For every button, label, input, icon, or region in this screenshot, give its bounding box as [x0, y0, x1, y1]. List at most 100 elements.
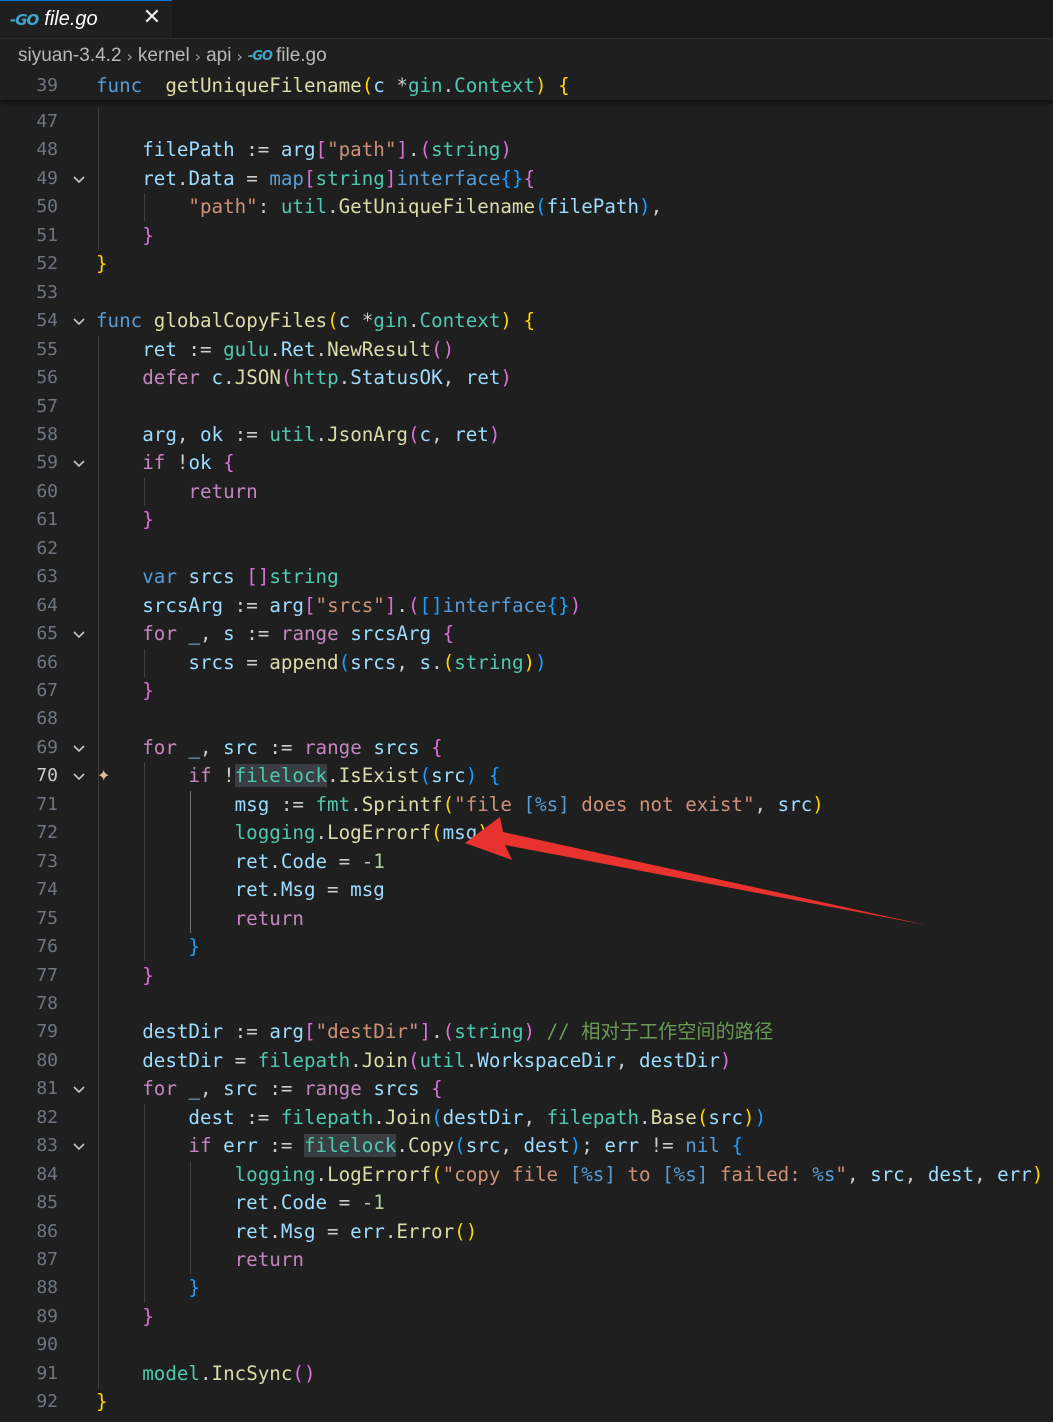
code-line[interactable]: 74 ret.Msg = msg — [0, 876, 1053, 904]
code-line[interactable]: 78 — [0, 990, 1053, 1018]
code-line[interactable]: 88 } — [0, 1274, 1053, 1302]
code-line[interactable]: 62 — [0, 535, 1053, 563]
code-line[interactable]: 58 arg, ok := util.JsonArg(c, ret) — [0, 421, 1053, 449]
fold-chevron-icon[interactable] — [68, 307, 90, 335]
code-line[interactable]: 77 } — [0, 962, 1053, 990]
breadcrumb-item-kernel[interactable]: kernel — [138, 45, 190, 67]
code-token: := — [223, 423, 270, 446]
code-line[interactable]: 66 srcs = append(srcs, s.(string)) — [0, 649, 1053, 677]
code-line[interactable]: 80 destDir = filepath.Join(util.Workspac… — [0, 1047, 1053, 1075]
code-line[interactable]: 57 — [0, 393, 1053, 421]
code-line[interactable]: 61 } — [0, 506, 1053, 534]
code-line[interactable]: 54 func globalCopyFiles(c *gin.Context) { — [0, 307, 1053, 335]
code-line[interactable]: 65 for _, s := range srcsArg { — [0, 620, 1053, 648]
code-line[interactable]: 71 msg := fmt.Sprintf("file [%s] does no… — [0, 791, 1053, 819]
code-line[interactable]: 63 var srcs []string — [0, 563, 1053, 591]
code-line[interactable]: 59 if !ok { — [0, 449, 1053, 477]
code-token: . — [327, 764, 339, 787]
breadcrumb-item-siyuan[interactable]: siyuan-3.4.2 — [18, 45, 122, 67]
code-line[interactable]: 69 for _, src := range srcs { — [0, 734, 1053, 762]
code-text: dest := filepath.Join(destDir, filepath.… — [96, 1104, 766, 1132]
code-line[interactable]: 86 ret.Msg = err.Error() — [0, 1218, 1053, 1246]
sticky-scroll-header[interactable]: 39 func getUniqueFilename(c *gin.Context)… — [0, 72, 1053, 100]
fold-chevron-icon[interactable] — [68, 449, 90, 477]
code-line[interactable]: 52} — [0, 250, 1053, 278]
fold-chevron-icon[interactable] — [68, 165, 90, 193]
code-token: = — [315, 1220, 351, 1243]
breadcrumb-item-api[interactable]: api — [206, 45, 231, 67]
code-token: _ — [188, 736, 200, 759]
code-line[interactable]: 91 model.IncSync() — [0, 1360, 1053, 1388]
code-token: filepath — [546, 1106, 640, 1129]
tab-label: file.go — [44, 8, 98, 30]
code-line[interactable]: 76 } — [0, 933, 1053, 961]
code-line[interactable]: 73 ret.Code = -1 — [0, 848, 1053, 876]
code-text: for _, src := range srcs { — [96, 734, 442, 762]
code-token: destDir — [142, 1049, 224, 1072]
code-line[interactable]: 49 ret.Data = map[string]interface{}{ — [0, 165, 1053, 193]
code-line[interactable]: 90 — [0, 1331, 1053, 1359]
code-line[interactable]: 67 } — [0, 677, 1053, 705]
code-line[interactable]: 53 — [0, 279, 1053, 307]
code-text: logging.LogErrorf(msg) — [96, 819, 489, 847]
code-line[interactable]: 50 "path": util.GetUniqueFilename(filePa… — [0, 193, 1053, 221]
code-line[interactable]: 70 ✦ if !filelock.IsExist(src) { — [0, 762, 1053, 790]
breadcrumb-item-file[interactable]: file.go — [276, 45, 327, 67]
code-line[interactable]: 51 } — [0, 222, 1053, 250]
code-token: , — [442, 366, 466, 389]
code-token: ; — [581, 1134, 605, 1157]
code-token: Base — [650, 1106, 697, 1129]
fold-chevron-icon[interactable] — [68, 762, 90, 790]
code-line[interactable]: 64 srcsArg := arg["srcs"].([]interface{}… — [0, 592, 1053, 620]
code-token: ) — [1031, 1163, 1044, 1186]
fold-chevron-icon[interactable] — [68, 734, 90, 762]
code-line[interactable]: 81 for _, src := range srcs { — [0, 1075, 1053, 1103]
code-text: srcs = append(srcs, s.(string)) — [96, 649, 546, 677]
code-token: . — [639, 1106, 651, 1129]
fold-chevron-icon[interactable] — [68, 1075, 90, 1103]
code-token: src — [431, 764, 466, 787]
code-line[interactable]: 84 logging.LogErrorf("copy file [%s] to … — [0, 1161, 1053, 1189]
code-token: string — [454, 1020, 524, 1043]
code-editor[interactable]: 39 func getUniqueFilename(c *gin.Context)… — [0, 72, 1053, 1422]
close-icon[interactable]: ✕ — [140, 6, 164, 30]
code-line[interactable]: 56 defer c.JSON(http.StatusOK, ret) — [0, 364, 1053, 392]
code-line[interactable]: 79 destDir := arg["destDir"].(string) //… — [0, 1018, 1053, 1046]
code-line[interactable]: 82 dest := filepath.Join(destDir, filepa… — [0, 1104, 1053, 1132]
code-token: ( — [407, 423, 420, 446]
code-token: . — [315, 423, 328, 446]
code-line[interactable]: 60 return — [0, 478, 1053, 506]
tab-file-go[interactable]: -GO file.go ✕ — [0, 0, 172, 38]
code-line[interactable]: 83 if err := filelock.Copy(src, dest); e… — [0, 1132, 1053, 1160]
fold-chevron-icon[interactable] — [68, 1132, 90, 1160]
code-line[interactable]: 87 return — [0, 1246, 1053, 1274]
chevron-right-icon: › — [194, 46, 202, 66]
code-token: dest — [927, 1163, 975, 1186]
code-line[interactable]: 68 — [0, 705, 1053, 733]
indent-guide — [98, 108, 99, 250]
code-line[interactable]: 72 logging.LogErrorf(msg) — [0, 819, 1053, 847]
code-text: ret.Msg = msg — [96, 876, 385, 904]
code-line[interactable]: 39 func getUniqueFilename(c *gin.Context)… — [0, 72, 1053, 100]
code-line[interactable]: 48 filePath := arg["path"].(string) — [0, 136, 1053, 164]
code-token: failed: — [708, 1163, 813, 1186]
code-text: } — [96, 222, 154, 250]
code-line[interactable]: 85 ret.Code = -1 — [0, 1189, 1053, 1217]
line-number: 77 — [36, 965, 58, 986]
code-token: ) — [500, 138, 512, 161]
code-line[interactable]: 92} — [0, 1388, 1053, 1416]
code-token: srcs — [188, 565, 235, 588]
line-number: 55 — [36, 339, 58, 360]
code-line[interactable]: 55 ret := gulu.Ret.NewResult() — [0, 336, 1053, 364]
code-line[interactable]: 89 } — [0, 1303, 1053, 1331]
fold-chevron-icon[interactable] — [68, 620, 90, 648]
code-line[interactable]: 75 return — [0, 905, 1053, 933]
go-file-icon: -GO — [10, 10, 39, 29]
code-line[interactable]: 47 — [0, 108, 1053, 136]
